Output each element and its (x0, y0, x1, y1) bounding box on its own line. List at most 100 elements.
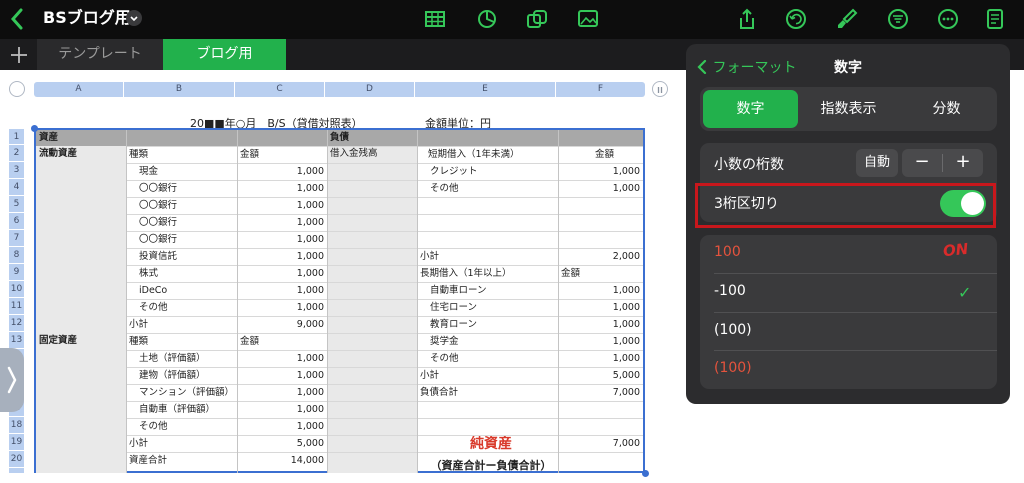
cell-short-loan-header[interactable]: 短期借入（1年未満） (428, 146, 555, 163)
cell-liability-item[interactable]: 住宅ローン (430, 299, 555, 316)
cell-subtotal-label[interactable]: 小計 (420, 367, 555, 384)
cell-subtotal-label[interactable]: 小計 (129, 435, 234, 452)
decimals-stepper[interactable]: − + (902, 149, 983, 177)
cell-liability-item[interactable]: その他 (430, 180, 555, 197)
cell-type-header[interactable]: 種類 (129, 333, 234, 350)
cell-subtotal-value[interactable]: 2,000 (561, 248, 640, 265)
column-header-a[interactable]: A (34, 82, 124, 97)
undo-icon[interactable] (785, 8, 807, 30)
more-icon[interactable] (937, 8, 959, 30)
cell-subtotal-value[interactable]: 5,000 (561, 367, 640, 384)
row-header[interactable]: 20 (9, 451, 24, 468)
cell-asset-value[interactable]: 1,000 (240, 231, 324, 248)
cell-type-header[interactable]: 種類 (129, 146, 234, 163)
cell-liability-item[interactable]: 奨学金 (430, 333, 555, 350)
format-brush-icon[interactable] (836, 8, 858, 30)
cell-subtotal-label[interactable]: 小計 (420, 248, 555, 265)
cell-asset-item[interactable]: 自動車（評価額） (139, 401, 234, 418)
cell-amount-header[interactable]: 金額 (561, 265, 640, 282)
cell-asset-item[interactable]: iDeCo (139, 282, 234, 299)
cell-asset-value[interactable]: 1,000 (240, 248, 324, 265)
cell-asset-item[interactable]: 投資信託 (139, 248, 234, 265)
cell-net-assets-value[interactable]: 7,000 (561, 435, 640, 452)
negative-format-option-parentheses[interactable]: (100) (714, 322, 752, 338)
document-setup-icon[interactable] (984, 8, 1006, 30)
cell-liability-value[interactable]: 1,000 (561, 350, 640, 367)
cell-asset-value[interactable]: 1,000 (240, 180, 324, 197)
cell-total-liabilities-value[interactable]: 7,000 (561, 384, 640, 401)
cell-asset-value[interactable]: 1,000 (240, 384, 324, 401)
row-header[interactable]: 8 (9, 247, 24, 264)
selection-handle-bottom[interactable] (642, 470, 649, 477)
cell-asset-item[interactable]: 〇〇銀行 (139, 180, 234, 197)
cell-amount-header[interactable]: 金額 (240, 146, 324, 163)
back-chevron-icon[interactable] (8, 7, 28, 31)
column-header-f[interactable]: F (556, 82, 645, 97)
cell-liability-value[interactable]: 1,000 (561, 316, 640, 333)
cell-asset-value[interactable]: 1,000 (240, 163, 324, 180)
cell-asset-item[interactable]: 〇〇銀行 (139, 197, 234, 214)
row-header[interactable]: 7 (9, 230, 24, 247)
cell-liability-item[interactable]: 教育ローン (430, 316, 555, 333)
cell-asset-value[interactable]: 1,000 (240, 265, 324, 282)
cell-liability-item[interactable]: クレジット (430, 163, 555, 180)
table-icon[interactable] (424, 8, 446, 30)
cell-subtotal-value[interactable]: 9,000 (240, 316, 324, 333)
shape-icon[interactable] (526, 8, 548, 30)
negative-format-option-red[interactable]: 100 (714, 244, 741, 260)
tab-template[interactable]: テンプレート (37, 39, 163, 70)
cell-asset-item[interactable]: 現金 (139, 163, 234, 180)
row-header[interactable]: 13 (9, 332, 24, 349)
column-header-bar[interactable]: A B C D E F (34, 82, 645, 97)
row-header[interactable]: 1 (9, 129, 24, 145)
cell-asset-value[interactable]: 1,000 (240, 282, 324, 299)
cell-asset-item[interactable]: その他 (139, 418, 234, 435)
cell-asset-value[interactable]: 1,000 (240, 418, 324, 435)
decimals-auto-button[interactable]: 自動 (856, 149, 898, 177)
cell-total-assets-value[interactable]: 14,000 (240, 452, 324, 469)
cell-asset-value[interactable]: 1,000 (240, 401, 324, 418)
cell-asset-item[interactable]: 建物（評価額） (139, 367, 234, 384)
cell-liability-value[interactable]: 1,000 (561, 180, 640, 197)
row-header[interactable]: 10 (9, 281, 24, 298)
negative-format-option-red-parentheses[interactable]: (100) (714, 360, 752, 376)
cell-asset-item[interactable]: その他 (139, 299, 234, 316)
organize-icon[interactable] (887, 8, 909, 30)
balance-sheet-table[interactable]: 資産 負債 流動資産 固定資産 借入金残高 純資産 （資産合計ー負債合計） 種類… (34, 128, 645, 473)
segment-number[interactable]: 数字 (703, 90, 798, 128)
row-header[interactable]: 18 (9, 417, 24, 434)
net-assets-label[interactable]: 純資産 (421, 433, 561, 453)
cell-liability-item[interactable]: その他 (430, 350, 555, 367)
cell-asset-value[interactable]: 1,000 (240, 197, 324, 214)
cell-liability-value[interactable]: 1,000 (561, 299, 640, 316)
cell-subtotal-value[interactable]: 5,000 (240, 435, 324, 452)
cell-liability-value[interactable]: 1,000 (561, 163, 640, 180)
row-header[interactable]: 2 (9, 145, 24, 162)
column-header-d[interactable]: D (325, 82, 415, 97)
cell-total-assets-label[interactable]: 資産合計 (129, 452, 234, 469)
tab-blog[interactable]: ブログ用 (163, 39, 286, 70)
row-header[interactable]: 4 (9, 179, 24, 196)
column-header-e[interactable]: E (415, 82, 556, 97)
selection-handle-top[interactable] (31, 125, 38, 132)
decimals-minus-button[interactable]: − (902, 149, 942, 177)
sidebar-toggle-handle[interactable] (0, 348, 24, 412)
category-current-assets[interactable]: 流動資産 (39, 146, 77, 161)
cell-asset-item[interactable]: 株式 (139, 265, 234, 282)
row-header[interactable]: 5 (9, 196, 24, 213)
cell-total-liabilities-label[interactable]: 負債合計 (420, 384, 555, 401)
cell-liability-value[interactable]: 1,000 (561, 333, 640, 350)
row-header-bar[interactable]: 1234567891011121314151617181920 (9, 129, 24, 473)
select-all-handle[interactable] (9, 81, 25, 97)
decimals-plus-button[interactable]: + (943, 149, 983, 177)
row-header[interactable]: 9 (9, 264, 24, 281)
title-menu-chevron-icon[interactable] (126, 10, 142, 26)
document-title[interactable]: BSブログ用 (43, 8, 131, 28)
row-header[interactable]: 11 (9, 298, 24, 315)
cell-amount-header[interactable]: 金額 (595, 146, 640, 163)
cell-liability-value[interactable]: 1,000 (561, 282, 640, 299)
cell-asset-value[interactable]: 1,000 (240, 367, 324, 384)
cell-asset-value[interactable]: 1,000 (240, 350, 324, 367)
cell-amount-header[interactable]: 金額 (240, 333, 324, 350)
loan-balance-label[interactable]: 借入金残高 (330, 146, 378, 161)
